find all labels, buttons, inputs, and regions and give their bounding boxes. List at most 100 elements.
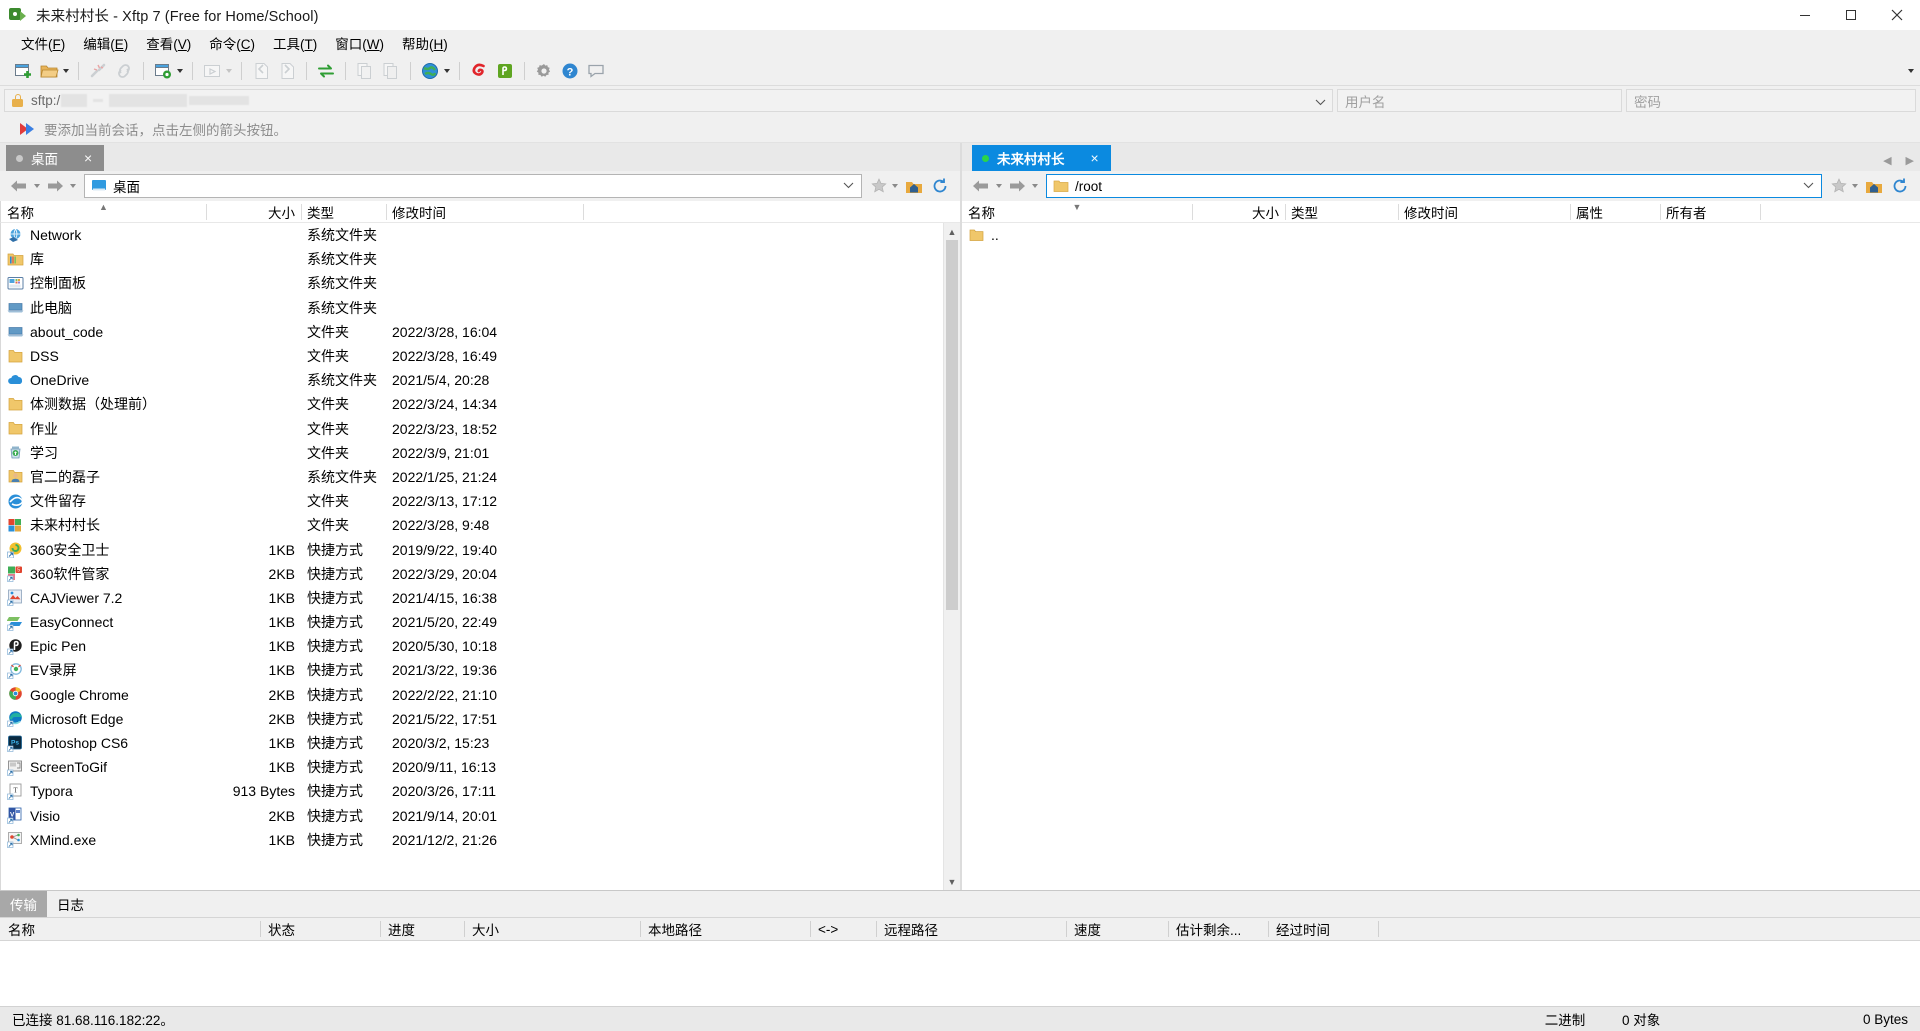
local-back-button[interactable] [6, 173, 42, 199]
session-properties-button[interactable] [150, 58, 186, 84]
file-row[interactable]: 5 360软件管家 2KB 快捷方式 2022/3/29, 20:04 [1, 562, 943, 586]
globe-button[interactable] [417, 58, 453, 84]
remote-file-list[interactable]: .. [962, 223, 1920, 890]
file-row[interactable]: EasyConnect 1KB 快捷方式 2021/5/20, 22:49 [1, 610, 943, 634]
remote-bookmark-button[interactable] [1828, 173, 1860, 199]
session-properties-dropdown-icon[interactable] [177, 68, 183, 73]
open-folder-dropdown-icon[interactable] [63, 68, 69, 73]
link-button[interactable] [111, 58, 137, 84]
transfer-list[interactable] [0, 941, 1920, 1006]
local-path-dropdown-icon[interactable] [843, 180, 854, 192]
file-row[interactable]: ScreenToGif 1KB 快捷方式 2020/9/11, 16:13 [1, 755, 943, 779]
menu-tools[interactable]: 工具(T) [264, 30, 326, 56]
scroll-down-icon[interactable]: ▼ [944, 873, 960, 890]
run-dropdown-icon[interactable] [226, 68, 232, 73]
file-row[interactable]: XMind.exe 1KB 快捷方式 2021/12/2, 21:26 [1, 828, 943, 852]
menu-file[interactable]: 文件(F) [12, 30, 74, 56]
tab-scroll-right-icon[interactable]: ▶ [1906, 154, 1914, 167]
remote-forward-button[interactable] [1004, 173, 1040, 199]
transfer-col-direction[interactable]: <-> [810, 917, 876, 941]
file-row[interactable]: EV录屏 1KB 快捷方式 2021/3/22, 19:36 [1, 658, 943, 682]
menu-edit[interactable]: 编辑(E) [74, 30, 137, 56]
help-button[interactable]: ? [557, 58, 583, 84]
sync-transfer-button[interactable] [313, 58, 339, 84]
local-col-type[interactable]: 类型 [301, 201, 386, 223]
file-row[interactable]: 文件留存 文件夹 2022/3/13, 17:12 [1, 489, 943, 513]
local-col-blank[interactable] [583, 201, 960, 223]
chevron-down-icon[interactable] [1908, 69, 1914, 73]
local-col-modified[interactable]: 修改时间 [386, 201, 583, 223]
minimize-button[interactable] [1782, 0, 1828, 30]
local-forward-button[interactable] [42, 173, 78, 199]
xftp-button[interactable] [492, 58, 518, 84]
file-row[interactable]: DSS 文件夹 2022/3/28, 16:49 [1, 344, 943, 368]
feedback-button[interactable] [583, 58, 609, 84]
remote-col-attributes[interactable]: 属性 [1570, 201, 1660, 223]
transfer-right-button[interactable] [274, 58, 300, 84]
tab-transfer[interactable]: 传输 [0, 891, 47, 917]
file-row[interactable]: CAJViewer 7.2 1KB 快捷方式 2021/4/15, 16:38 [1, 586, 943, 610]
file-row[interactable]: 官二的磊子 系统文件夹 2022/1/25, 21:24 [1, 465, 943, 489]
file-row[interactable]: 此电脑 系统文件夹 [1, 296, 943, 320]
transfer-left-button[interactable] [248, 58, 274, 84]
transfer-col-blank[interactable] [1378, 917, 1920, 941]
remote-col-blank[interactable] [1760, 201, 1920, 223]
menu-command[interactable]: 命令(C) [200, 30, 264, 56]
run-button[interactable] [199, 58, 235, 84]
file-row[interactable]: .. [962, 223, 1920, 247]
transfer-col-speed[interactable]: 速度 [1066, 917, 1168, 941]
open-folder-button[interactable] [36, 58, 72, 84]
transfer-col-eta[interactable]: 估计剩余... [1168, 917, 1268, 941]
remote-back-button[interactable] [968, 173, 1004, 199]
file-row[interactable]: Microsoft Edge 2KB 快捷方式 2021/5/22, 17:51 [1, 707, 943, 731]
menu-window[interactable]: 窗口(W) [326, 30, 393, 56]
file-row[interactable]: OneDrive 系统文件夹 2021/5/4, 20:28 [1, 368, 943, 392]
file-row[interactable]: 库 系统文件夹 [1, 247, 943, 271]
file-row[interactable]: Network 系统文件夹 [1, 223, 943, 247]
menu-view[interactable]: 查看(V) [137, 30, 200, 56]
maximize-button[interactable] [1828, 0, 1874, 30]
username-input[interactable]: 用户名 [1337, 89, 1622, 112]
file-row[interactable]: about_code 文件夹 2022/3/28, 16:04 [1, 320, 943, 344]
remote-col-modified[interactable]: 修改时间 [1398, 201, 1570, 223]
xshell-button[interactable] [466, 58, 492, 84]
local-file-list[interactable]: Network 系统文件夹库系统文件夹 控制面板 系统文件夹 此电脑 系统文件夹 about… [0, 223, 943, 890]
transfer-col-progress[interactable]: 进度 [380, 917, 464, 941]
remote-col-type[interactable]: 类型 [1285, 201, 1398, 223]
menu-help[interactable]: 帮助(H) [393, 30, 457, 56]
remote-col-name[interactable]: 名称 ▼ [962, 201, 1192, 223]
remote-home-button[interactable] [1862, 173, 1886, 199]
transfer-col-remote-path[interactable]: 远程路径 [876, 917, 1066, 941]
remote-bookmark-dropdown-icon[interactable] [1852, 184, 1858, 188]
local-bookmark-dropdown-icon[interactable] [892, 184, 898, 188]
local-forward-dropdown-icon[interactable] [70, 184, 76, 188]
tab-log[interactable]: 日志 [47, 891, 94, 917]
file-row[interactable]: Google Chrome 2KB 快捷方式 2022/2/22, 21:10 [1, 683, 943, 707]
transfer-col-status[interactable]: 状态 [260, 917, 380, 941]
sftp-url-input[interactable]: sftp:/ [4, 89, 1333, 112]
file-row[interactable]: T Typora 913 Bytes 快捷方式 2020/3/26, 17:11 [1, 779, 943, 803]
file-row[interactable]: Ps Photoshop CS6 1KB 快捷方式 2020/3/2, 15:23 [1, 731, 943, 755]
local-refresh-button[interactable] [928, 173, 952, 199]
local-col-size[interactable]: 大小 [206, 201, 301, 223]
local-path-input[interactable]: 桌面 [84, 174, 862, 198]
remote-col-owner[interactable]: 所有者 [1660, 201, 1760, 223]
remote-path-dropdown-icon[interactable] [1803, 180, 1814, 192]
toolbar-overflow[interactable] [1904, 56, 1914, 86]
copy-button[interactable] [352, 58, 378, 84]
settings-button[interactable] [531, 58, 557, 84]
close-button[interactable] [1874, 0, 1920, 30]
file-row[interactable]: 控制面板 系统文件夹 [1, 271, 943, 295]
remote-tab-close-icon[interactable]: × [1087, 151, 1103, 165]
new-session-button[interactable] [10, 58, 36, 84]
local-col-name[interactable]: 名称 ▲ [1, 201, 206, 223]
scroll-up-icon[interactable]: ▲ [944, 223, 960, 240]
remote-forward-dropdown-icon[interactable] [1032, 184, 1038, 188]
local-home-button[interactable] [902, 173, 926, 199]
remote-tab-session[interactable]: 未来村村长 × [972, 145, 1111, 171]
file-row[interactable]: 360安全卫士 1KB 快捷方式 2019/9/22, 19:40 [1, 537, 943, 561]
remote-path-input[interactable]: /root [1046, 174, 1822, 198]
file-row[interactable]: 作业 文件夹 2022/3/23, 18:52 [1, 417, 943, 441]
local-vertical-scrollbar[interactable]: ▲ ▼ [943, 223, 960, 890]
local-back-dropdown-icon[interactable] [34, 184, 40, 188]
